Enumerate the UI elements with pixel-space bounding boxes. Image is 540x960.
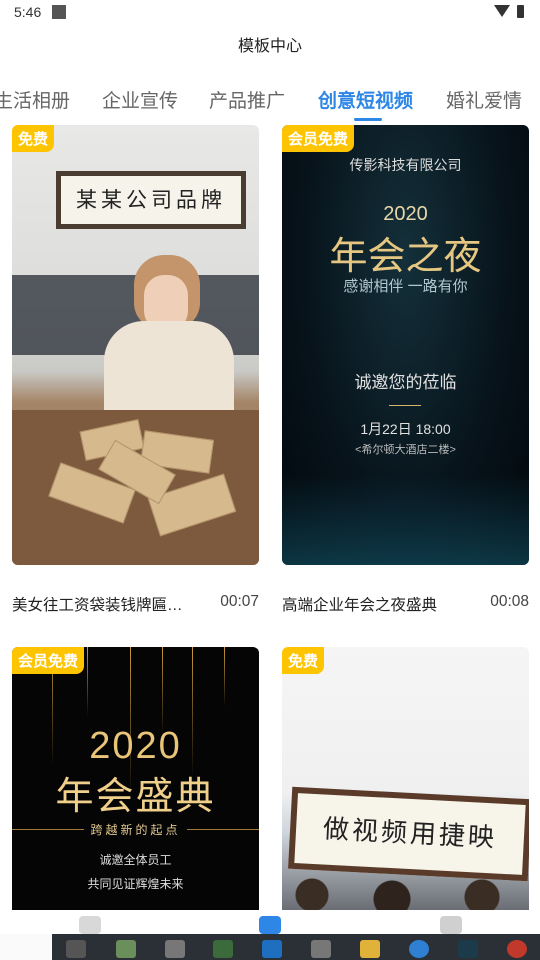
app-icon[interactable]	[409, 940, 429, 958]
battery-icon	[517, 5, 524, 18]
folder-icon[interactable]	[360, 940, 380, 958]
notification-icon	[52, 5, 66, 19]
tab-life-album[interactable]: 生活相册	[0, 86, 70, 113]
thumb-venue: <希尔顿大酒店二楼>	[355, 444, 456, 456]
task-view-icon[interactable]	[66, 940, 86, 958]
template-icon[interactable]	[259, 916, 281, 934]
thumb-invite: 诚邀您的莅临	[354, 373, 457, 392]
tab-creative-video[interactable]: 创意短视频	[318, 86, 413, 113]
tab-product[interactable]: 产品推广	[209, 86, 285, 113]
template-name: 美女往工资袋装钱牌匾…	[12, 597, 183, 614]
host-taskbar	[0, 934, 540, 960]
template-duration: 00:07	[220, 593, 259, 610]
thumb-gold-streak	[87, 647, 88, 717]
template-thumbnail[interactable]: 免费 某某公司品牌	[12, 125, 259, 565]
badge: 会员免费	[12, 647, 85, 674]
thumb-divider	[389, 405, 421, 406]
status-bar: 5:46	[0, 0, 540, 24]
thumb-year: 2020	[89, 725, 182, 767]
template-card[interactable]: 会员免费 传影科技有限公司 2020 年会之夜 感谢相伴 一路有你 诚邀您的莅临…	[282, 125, 529, 614]
app-icon[interactable]	[507, 940, 527, 958]
thumb-slogan: 跨越新的起点	[12, 821, 259, 838]
thumb-date: 1月22日 18:00	[360, 421, 451, 437]
thumb-gold-streak	[162, 647, 163, 737]
tab-wedding[interactable]: 婚礼爱情	[446, 86, 522, 113]
tab-corporate[interactable]: 企业宣传	[102, 86, 178, 113]
app-header: 模板中心	[0, 24, 540, 70]
thumb-title: 年会盛典	[55, 776, 216, 818]
app-icon[interactable]	[213, 940, 233, 958]
thumb-city-skyline	[282, 475, 529, 565]
template-card[interactable]: 会员免费 2020 年会盛典 跨越新的起点 诚邀全体员工 共同见证辉煌未来	[12, 647, 259, 910]
thumb-company: 传影科技有限公司	[349, 157, 462, 173]
thumb-slogan-text: 跨越新的起点	[84, 823, 187, 837]
template-card[interactable]: 免费 某某公司品牌 美女往工资袋装钱牌匾… 00:07	[12, 125, 259, 614]
template-thumbnail[interactable]: 免费 做视频用捷映	[282, 647, 529, 910]
template-thumbnail[interactable]: 会员免费 传影科技有限公司 2020 年会之夜 感谢相伴 一路有你 诚邀您的莅临…	[282, 125, 529, 565]
app-icon[interactable]	[262, 940, 282, 958]
thumb-year: 2020	[383, 203, 428, 225]
status-time: 5:46	[14, 4, 42, 20]
template-duration: 00:08	[490, 593, 529, 610]
thumb-invite: 诚邀全体员工	[99, 853, 172, 867]
taskbar-start[interactable]	[0, 934, 52, 960]
thumb-thanks: 感谢相伴 一路有你	[343, 278, 468, 295]
tab-underline	[354, 118, 382, 121]
template-card[interactable]: 免费 做视频用捷映	[282, 647, 529, 910]
thumb-people	[282, 875, 529, 910]
bottom-nav	[0, 910, 540, 934]
page-title: 模板中心	[237, 38, 302, 55]
thumb-gold-streak	[224, 647, 225, 707]
template-thumbnail[interactable]: 会员免费 2020 年会盛典 跨越新的起点 诚邀全体员工 共同见证辉煌未来	[12, 647, 259, 910]
badge: 免费	[12, 125, 55, 152]
thumb-witness: 共同见证辉煌未来	[87, 877, 184, 891]
badge: 会员免费	[282, 125, 355, 152]
template-name: 高端企业年会之夜盛典	[282, 597, 438, 614]
app-icon[interactable]	[165, 940, 185, 958]
category-tabs: 生活相册 企业宣传 产品推广 创意短视频 婚礼爱情	[0, 70, 540, 124]
app-icon[interactable]	[311, 940, 331, 958]
app-icon[interactable]	[116, 940, 136, 958]
thumb-title: 年会之夜	[329, 234, 482, 278]
profile-icon[interactable]	[440, 916, 462, 934]
thumb-plaque: 做视频用捷映	[288, 786, 529, 882]
wifi-icon	[494, 5, 510, 17]
thumb-plaque: 某某公司品牌	[56, 171, 246, 229]
badge: 免费	[282, 647, 325, 674]
heart-icon[interactable]	[79, 916, 101, 934]
nox-icon[interactable]	[458, 940, 478, 958]
